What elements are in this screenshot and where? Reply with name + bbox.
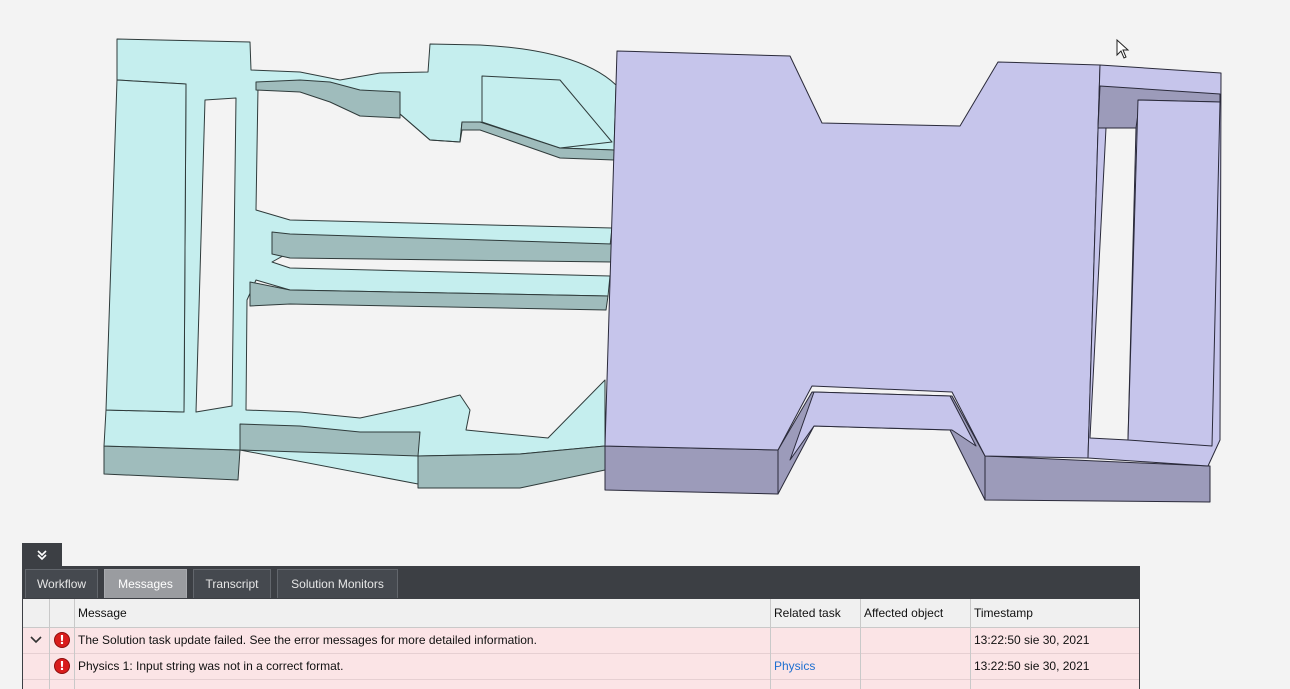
notch-inner [789, 391, 977, 461]
tab-workflow[interactable]: Workflow [25, 569, 98, 598]
error-circle-icon: ! [54, 632, 70, 648]
timestamp: 13:22:50 sie 30, 2021 [974, 659, 1090, 673]
tab-transcript[interactable]: Transcript [193, 569, 271, 598]
message-text: The Solution task update failed. See the… [78, 633, 537, 647]
table-row[interactable]: ! Physics 1: Input string was not in a c… [23, 654, 1139, 680]
collapse-panel-button[interactable] [22, 543, 62, 567]
mouse-pointer-icon [1116, 38, 1130, 59]
timestamp: 13:22:50 sie 30, 2021 [974, 633, 1090, 647]
header-related-task[interactable]: Related task [774, 606, 841, 620]
left-frame-side-bottom [103, 445, 241, 481]
double-chevron-down-icon [37, 550, 47, 561]
header-message[interactable]: Message [78, 606, 127, 620]
right-end-face [1127, 99, 1221, 447]
chevron-down-icon[interactable] [30, 634, 42, 646]
column-divider[interactable] [74, 599, 75, 689]
table-header: Message Related task Affected object Tim… [23, 599, 1139, 628]
buckle-part-right[interactable] [604, 50, 1222, 503]
buckle-part-left[interactable] [103, 38, 617, 489]
column-divider[interactable] [770, 599, 771, 689]
right-body-side-left [604, 445, 779, 495]
table-row[interactable]: ! The Solution task update failed. See t… [23, 628, 1139, 654]
column-divider[interactable] [970, 599, 971, 689]
messages-table: Message Related task Affected object Tim… [23, 599, 1139, 689]
panel-tabbar: Workflow Messages Transcript Solution Mo… [22, 566, 1140, 598]
model-canvas[interactable] [0, 0, 1290, 540]
header-timestamp[interactable]: Timestamp [974, 606, 1033, 620]
messages-panel: Workflow Messages Transcript Solution Mo… [22, 566, 1140, 689]
tab-solution-monitors[interactable]: Solution Monitors [277, 569, 398, 598]
column-divider[interactable] [49, 599, 50, 689]
message-text: Physics 1: Input string was not in a cor… [78, 659, 344, 673]
header-affected-object[interactable]: Affected object [864, 606, 943, 620]
column-divider[interactable] [860, 599, 861, 689]
left-frame-face [105, 79, 187, 413]
tab-messages[interactable]: Messages [104, 569, 187, 598]
error-circle-icon: ! [54, 658, 70, 674]
related-task-link[interactable]: Physics [774, 659, 815, 673]
3d-viewport[interactable] [0, 0, 1290, 540]
